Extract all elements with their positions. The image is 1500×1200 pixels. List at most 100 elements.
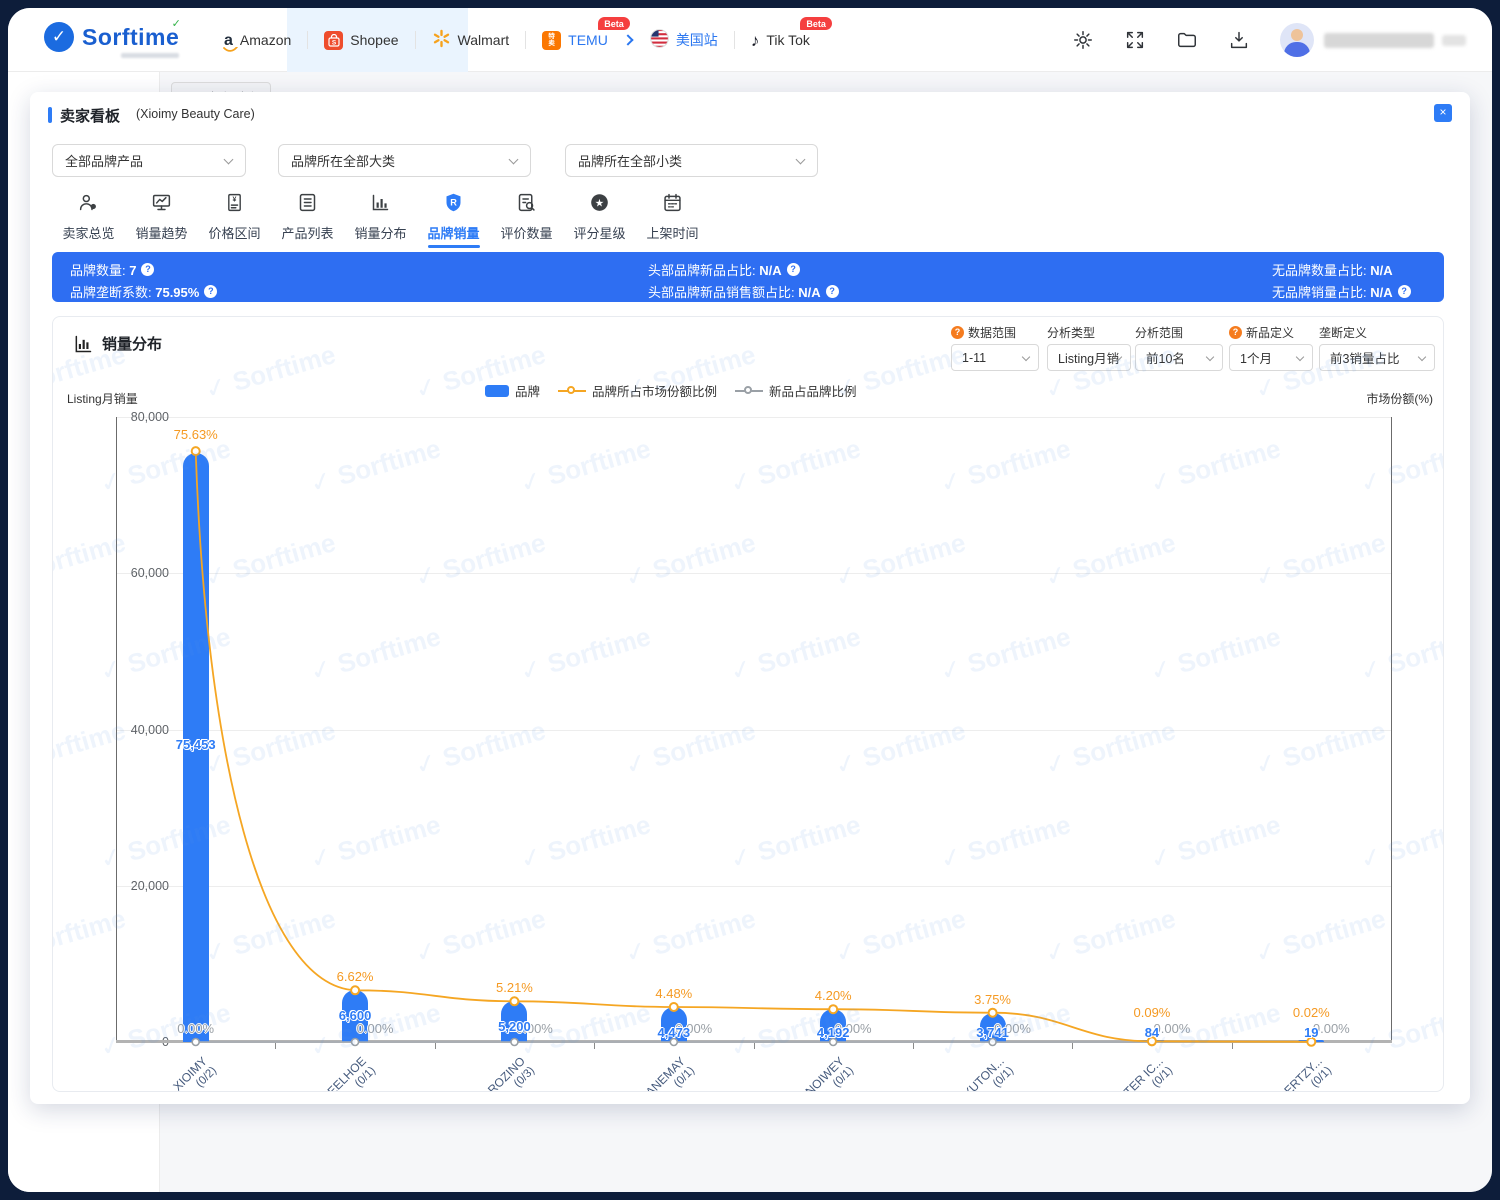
stat-text: 头部品牌新品占比: N/A [648,260,782,279]
watermark: ✓ Sorftime [1251,1091,1389,1092]
tab-seller-overview[interactable]: 卖家总览 [52,188,125,244]
x-axis-label-NOIWEY: NOIWEY(0/1) [759,1054,857,1092]
market-temu[interactable]: 特卖TEMUBeta [526,8,624,72]
x-axis-label-WATER IC...: WATER IC...(0/1) [1078,1054,1176,1092]
line-series-svg [116,417,1391,1050]
brand-stats-bar: 品牌数量: 7?头部品牌新品占比: N/A?无品牌数量占比: N/A品牌垄断系数… [52,252,1444,302]
svg-text:★: ★ [595,197,604,209]
control-select-1[interactable]: Listing月销 [1047,344,1131,371]
close-icon[interactable]: × [1434,104,1452,122]
settings-gear-icon[interactable] [1072,29,1094,51]
beta-badge: Beta [598,17,630,30]
tab-listing-time[interactable]: 上架时间 [636,188,709,244]
download-icon[interactable] [1228,29,1250,51]
listing-time-icon [662,192,683,218]
legend-bar-swatch [485,385,509,397]
control-label-3: ? 新品定义 [1229,324,1294,341]
control-select-4[interactable]: 前3销量占比 [1319,344,1435,371]
stat-1-2: 无品牌销量占比: N/A? [1272,282,1411,301]
star-rating-icon: ★ [589,192,610,218]
legend-item-2[interactable]: 新品占品牌比例 [735,381,857,400]
tab-label: 产品列表 [281,223,333,242]
watermark: ✓ Sorftime [831,1091,969,1092]
bar-value-label: 5,200 [498,1019,531,1034]
seller-overview-icon [78,192,99,218]
user-avatar[interactable] [1280,23,1314,57]
modal-subtitle: (Xioimy Beauty Care) [136,107,255,121]
control-select-3[interactable]: 1个月 [1229,344,1313,371]
tab-label: 销量趋势 [135,223,187,242]
brand-select-1[interactable]: 品牌所在全部大类 [278,144,531,177]
tab-brand-sales[interactable]: R品牌销量 [417,188,490,244]
help-icon[interactable]: ? [787,263,800,276]
legend-item-1[interactable]: 品牌所占市场份额比例 [558,381,717,400]
shopee-icon: S [324,31,343,50]
market-walmart[interactable]: Walmart [416,8,526,72]
legend-label: 品牌 [515,381,540,400]
legend-item-0[interactable]: 品牌 [485,381,540,400]
brand-select-0[interactable]: 全部品牌产品 [52,144,246,177]
product-list-icon [297,192,318,218]
brand-select-2[interactable]: 品牌所在全部小类 [565,144,818,177]
legend-line-swatch [558,386,586,396]
tab-label: 上架时间 [646,223,698,242]
legend-line-swatch [735,386,763,396]
chevron-down-icon [224,155,234,165]
help-icon[interactable]: ? [141,263,154,276]
tab-sales-distribution[interactable]: 销量分布 [344,188,417,244]
y-axis-right-title: 市场份额(%) [1366,390,1433,407]
walmart-icon [432,29,451,51]
control-label-text: 新品定义 [1246,324,1294,341]
bar-value-label: 84 [1145,1025,1159,1040]
help-icon[interactable]: ? [1398,285,1411,298]
price-range-icon: ¥ [224,192,245,218]
y-axis-left-title: Listing月销量 [67,390,138,407]
active-tab-underline [428,245,480,248]
x-axis-label-ROZINO: ROZINO(0/3) [441,1054,539,1092]
control-label-text: 垄断定义 [1319,324,1367,341]
marketplace-nav: aAmazonSShopee Walmart 特卖TEMUBeta美国站♪Tik T… [208,8,826,72]
control-select-2[interactable]: 前10名 [1135,344,1223,371]
control-label-text: 分析类型 [1047,324,1095,341]
sorftime-logo[interactable]: ✓ Sorftime✓ [44,22,179,52]
svg-text:R: R [450,198,457,208]
x-axis-label-LANEMAY: LANEMAY(0/1) [600,1054,698,1092]
market-share-label: 3.75% [974,992,1011,1007]
bar-value-label: 6,600 [339,1008,372,1023]
tab-label: 卖家总览 [62,223,114,242]
svg-text:¥: ¥ [233,197,237,204]
legend-ring [567,386,575,394]
tiktok-icon: ♪ [751,32,760,49]
logo-check-icon: ✓ [172,17,182,30]
tab-review-count[interactable]: 评价数量 [490,188,563,244]
fullscreen-icon[interactable] [1124,29,1146,51]
control-label-0: ? 数据范围 [951,324,1016,341]
control-label-text: 数据范围 [968,324,1016,341]
market-amazon[interactable]: aAmazon [208,8,307,72]
market-label: Walmart [458,32,510,48]
market-shopee[interactable]: SShopee [308,8,414,72]
desktop-frame: ✓ Sorftime✓ aAmazonSShopeeWalmart特卖TEMUB… [0,0,1500,1200]
stat-text: 品牌数量: 7 [70,260,136,279]
help-icon[interactable]: ? [826,285,839,298]
bar-value-label: 19 [1304,1025,1318,1040]
tab-star-rating[interactable]: ★评分星级 [563,188,636,244]
app-window: ✓ Sorftime✓ aAmazonSShopeeWalmart特卖TEMUB… [8,8,1492,1192]
market-us-site[interactable]: 美国站 [634,8,734,72]
stat-text: 无品牌销量占比: N/A [1272,282,1393,301]
x-axis-label-YANYUTON...: YANYUTON...(0/1) [919,1054,1017,1092]
tab-price-range[interactable]: ¥价格区间 [198,188,271,244]
dashboard-tabs: 卖家总览 销量趋势 ¥价格区间产品列表销量分布R品牌销量评价数量★评分星级上架时间 [52,188,709,244]
tab-sales-trend[interactable]: 销量趋势 [125,188,198,244]
market-tiktok[interactable]: ♪Tik TokBeta [735,8,826,72]
help-icon[interactable]: ? [1229,326,1242,339]
tab-product-list[interactable]: 产品列表 [271,188,344,244]
control-select-0[interactable]: 1-11 [951,344,1039,371]
control-label-4: 垄断定义 [1319,324,1367,341]
amazon-icon: a [224,32,233,48]
folder-icon[interactable] [1176,29,1198,51]
help-icon[interactable]: ? [204,285,217,298]
help-icon[interactable]: ? [951,326,964,339]
chevron-down-icon [1296,353,1304,361]
watermark: ✓ Sorftime [201,339,339,406]
